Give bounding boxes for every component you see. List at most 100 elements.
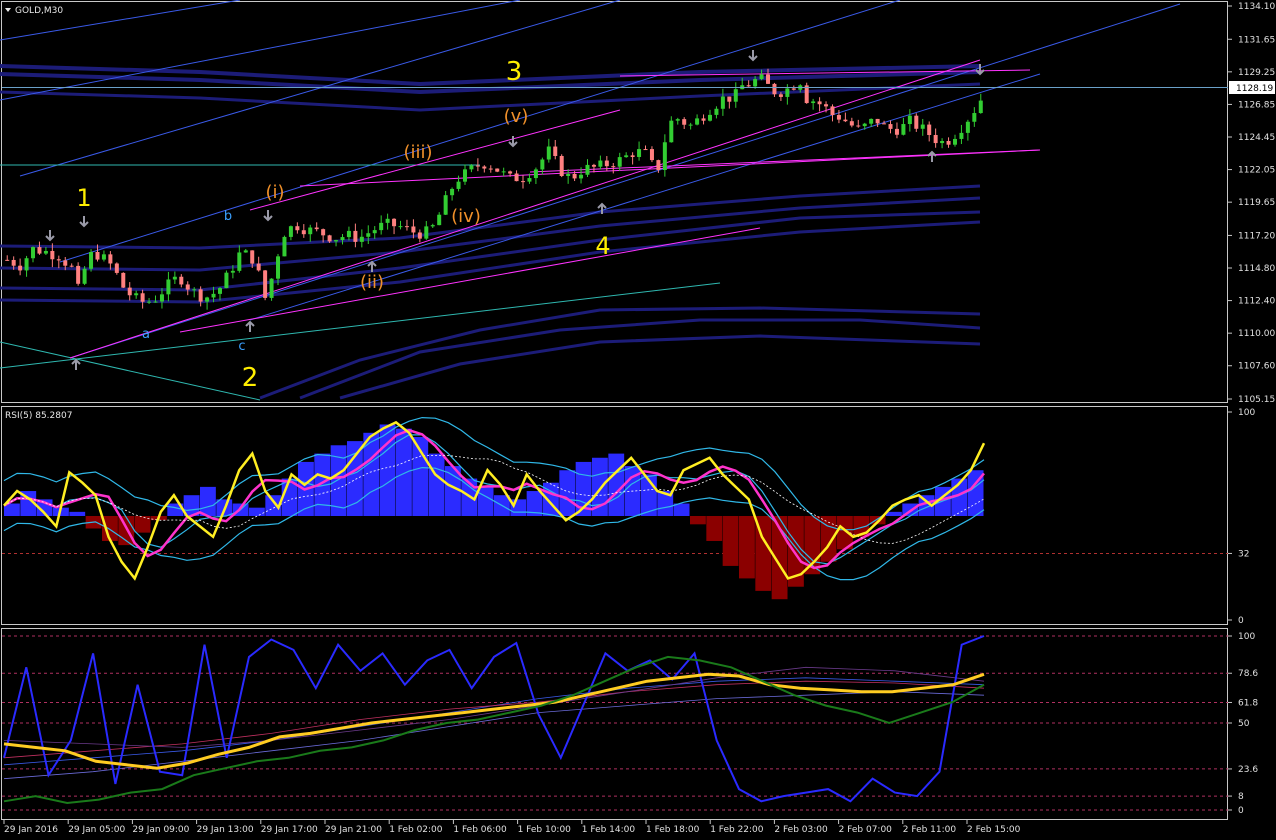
candle-body: [185, 284, 190, 290]
candle-body: [766, 74, 771, 84]
candle-body: [933, 134, 938, 144]
candle-body: [192, 289, 197, 291]
candle-body: [417, 232, 422, 239]
rsi-tick-label: 100: [1238, 408, 1255, 418]
wave-label: (iv): [451, 206, 481, 227]
price-tick-label: 1129.25: [1238, 68, 1275, 78]
wave-label: a: [142, 327, 150, 342]
candle-body: [907, 115, 912, 125]
candle-body: [643, 149, 648, 151]
time-tick-label: 2 Feb 15:00: [967, 825, 1021, 835]
candle-body: [101, 254, 106, 260]
candle-body: [940, 140, 945, 144]
candle-body: [701, 118, 706, 121]
trend-line: [0, 341, 261, 401]
candle-body: [585, 164, 590, 175]
symbol-title: GOLD,M30: [15, 6, 63, 16]
candle-body: [630, 155, 635, 157]
rsi-hist-bar: [69, 511, 86, 516]
candle-body: [366, 233, 371, 237]
time-tick-label: 29 Jan 13:00: [197, 825, 254, 835]
candle-body: [482, 166, 487, 169]
candle-body: [353, 230, 358, 242]
candle-body: [811, 101, 816, 104]
candle-body: [334, 240, 339, 242]
candle-body: [914, 115, 919, 129]
candle-body: [37, 247, 42, 254]
current-price-text: 1128.19: [1236, 84, 1273, 94]
candle-body: [546, 146, 551, 160]
candle-body: [24, 258, 29, 271]
ma-band: [299, 318, 981, 400]
candle-body: [579, 174, 584, 179]
time-tick-label: 2 Feb 07:00: [839, 825, 893, 835]
rsi-hist-bar: [690, 516, 706, 525]
triangle-down-icon[interactable]: [5, 8, 11, 12]
rsi-hist-bar: [706, 516, 723, 541]
candle-body: [450, 188, 455, 196]
candle-body: [927, 124, 932, 135]
price-tick-label: 1112.40: [1238, 297, 1275, 307]
candle-body: [243, 250, 248, 253]
candle-body: [598, 160, 603, 167]
candle-body: [359, 236, 364, 242]
candle-body: [475, 165, 480, 167]
wave-label: b: [224, 209, 232, 224]
candle-body: [411, 226, 416, 233]
candle-body: [617, 157, 622, 167]
wave-label: (ii): [360, 272, 384, 293]
time-tick-label: 29 Jan 2016: [4, 825, 58, 835]
candle-body: [217, 288, 222, 294]
candle-body: [134, 293, 139, 296]
candle-body: [869, 118, 874, 124]
rsi-hist-bar: [396, 428, 412, 516]
rsi-hist-bar: [477, 486, 494, 516]
price-tick-label: 1119.65: [1238, 198, 1275, 208]
rsi-hist-bar: [673, 503, 690, 516]
candle-body: [250, 250, 255, 264]
arrow-icon: [71, 358, 81, 370]
price-tick-label: 1131.65: [1238, 35, 1275, 45]
candle-body: [817, 101, 822, 105]
candle-body: [121, 272, 126, 288]
trading-chart[interactable]: GOLD,M30 1 2 3 4 (i) (ii) (iii) (iv) (v) a b c 1128…: [0, 0, 1276, 840]
window-header[interactable]: GOLD,M30: [5, 6, 63, 16]
candle-body: [392, 218, 397, 227]
wave-label: 4: [595, 232, 610, 260]
candle-body: [263, 270, 268, 298]
candle-body: [430, 225, 435, 227]
osc-tick-label: 0: [1238, 806, 1244, 816]
oscillator-indicator: [2, 635, 1228, 811]
candle-body: [56, 259, 61, 261]
wave-label: (i): [265, 182, 284, 203]
rsi-title: RSI(5) 85.2807: [5, 411, 72, 421]
candle-body: [772, 83, 777, 95]
osc-tick-label: 8: [1238, 792, 1244, 802]
candle-body: [753, 79, 758, 87]
candle-body: [972, 113, 977, 122]
wave-label: 1: [76, 184, 91, 212]
price-tick-label: 1117.20: [1238, 231, 1275, 241]
candle-body: [205, 297, 210, 302]
rsi-axis: 100 32 0: [1228, 408, 1255, 626]
candle-body: [398, 226, 403, 228]
candle-body: [785, 88, 790, 97]
trend-channels: [0, 0, 1181, 401]
candle-body: [514, 173, 519, 182]
candle-body: [11, 259, 16, 266]
candle-body: [533, 169, 538, 179]
rsi-tick-label: 32: [1238, 549, 1249, 559]
arrow-icon: [263, 210, 273, 222]
price-tick-label: 1126.85: [1238, 100, 1275, 110]
rsi-hist-bar: [886, 511, 902, 516]
candle-body: [843, 119, 848, 122]
candle-body: [675, 119, 680, 121]
candle-body: [127, 287, 132, 296]
candle-body: [5, 259, 10, 261]
candle-body: [82, 268, 87, 284]
time-tick-label: 1 Feb 22:00: [710, 825, 764, 835]
rsi-indicator: [2, 416, 1228, 600]
candle-body: [746, 85, 751, 87]
time-tick-label: 29 Jan 21:00: [325, 825, 382, 835]
stoch-axis: 100 78.6 61.8 50 23.6 8 0: [1228, 632, 1258, 816]
